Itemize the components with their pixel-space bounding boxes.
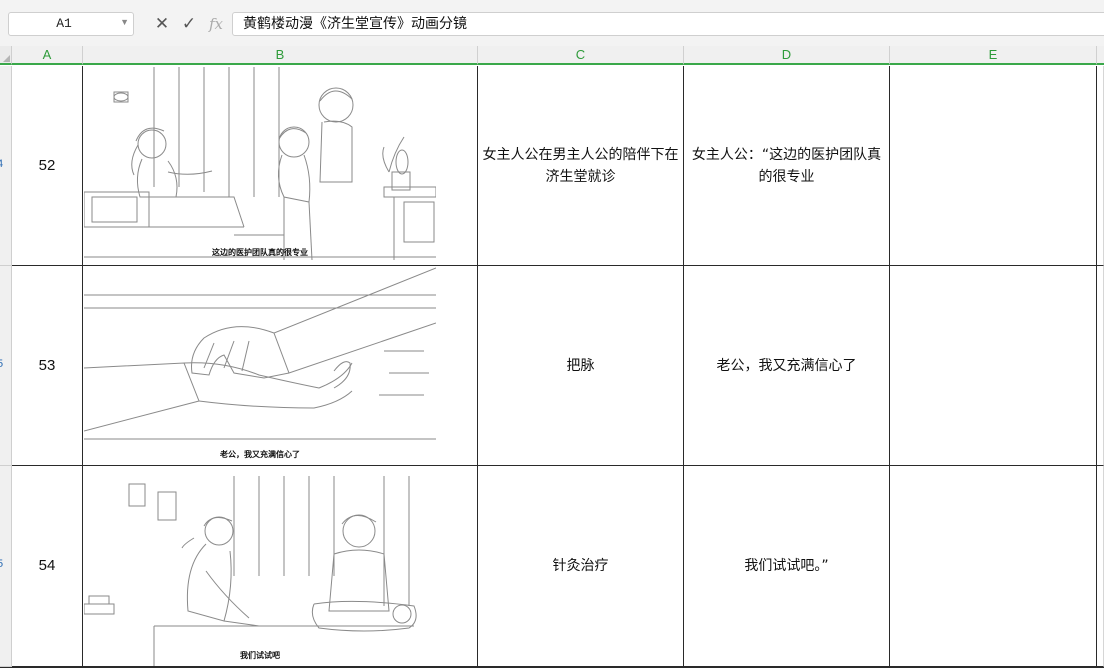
cell-scene-number[interactable]: 54: [12, 466, 83, 667]
storyboard-frame-52: 这边的医护团队真的很专业: [84, 67, 436, 260]
cell-empty[interactable]: [890, 66, 1097, 266]
cell-scene-description[interactable]: 针灸治疗: [478, 466, 684, 667]
cell-dialog[interactable]: 老公，我又充满信心了: [684, 266, 890, 466]
storyboard-frame-53: 老公，我又充满信心了: [84, 263, 436, 463]
next-row-edge: [0, 667, 1104, 672]
name-box[interactable]: A1 ▼: [8, 12, 134, 36]
cell-dialog[interactable]: 我们试试吧。”: [684, 466, 890, 667]
column-header-d[interactable]: D: [684, 46, 890, 65]
row-header[interactable]: 4: [0, 66, 12, 266]
cell-empty[interactable]: [890, 466, 1097, 667]
select-all-corner[interactable]: [0, 46, 12, 65]
cell-dialog[interactable]: 女主人公：“这边的医护团队真的很专业: [684, 66, 890, 266]
formula-bar: A1 ▼ ✕ ✓ fx 黄鹤楼动漫《济生堂宣传》动画分镜: [0, 0, 1104, 47]
column-header-c[interactable]: C: [478, 46, 684, 65]
cell-empty[interactable]: [1097, 466, 1104, 667]
cell-empty[interactable]: [890, 266, 1097, 466]
cell-empty[interactable]: [1097, 266, 1104, 466]
column-header-b[interactable]: B: [83, 46, 478, 65]
function-icon[interactable]: fx: [204, 12, 228, 36]
column-header-a[interactable]: A: [12, 46, 83, 65]
cell-scene-number[interactable]: 53: [12, 266, 83, 466]
frame-caption: 这边的医护团队真的很专业: [212, 248, 308, 257]
cell-scene-description[interactable]: 女主人公在男主人公的陪伴下在济生堂就诊: [478, 66, 684, 266]
enter-icon[interactable]: ✓: [177, 12, 201, 36]
cell-empty[interactable]: [1097, 66, 1104, 266]
row-header[interactable]: 5: [0, 266, 12, 466]
frame-caption: 我们试试吧: [240, 651, 280, 660]
storyboard-frame-54: 我们试试吧: [84, 476, 436, 666]
row-header[interactable]: 5: [0, 466, 12, 667]
frame-caption: 老公，我又充满信心了: [220, 450, 300, 459]
formula-input[interactable]: 黄鹤楼动漫《济生堂宣传》动画分镜: [232, 12, 1104, 36]
cell-scene-number[interactable]: 52: [12, 66, 83, 266]
cancel-icon[interactable]: ✕: [150, 12, 174, 36]
column-header-e[interactable]: E: [890, 46, 1097, 65]
cell-scene-description[interactable]: 把脉: [478, 266, 684, 466]
chevron-down-icon[interactable]: ▼: [120, 17, 129, 27]
column-header-f[interactable]: [1097, 46, 1104, 65]
cell-reference: A1: [56, 16, 72, 31]
